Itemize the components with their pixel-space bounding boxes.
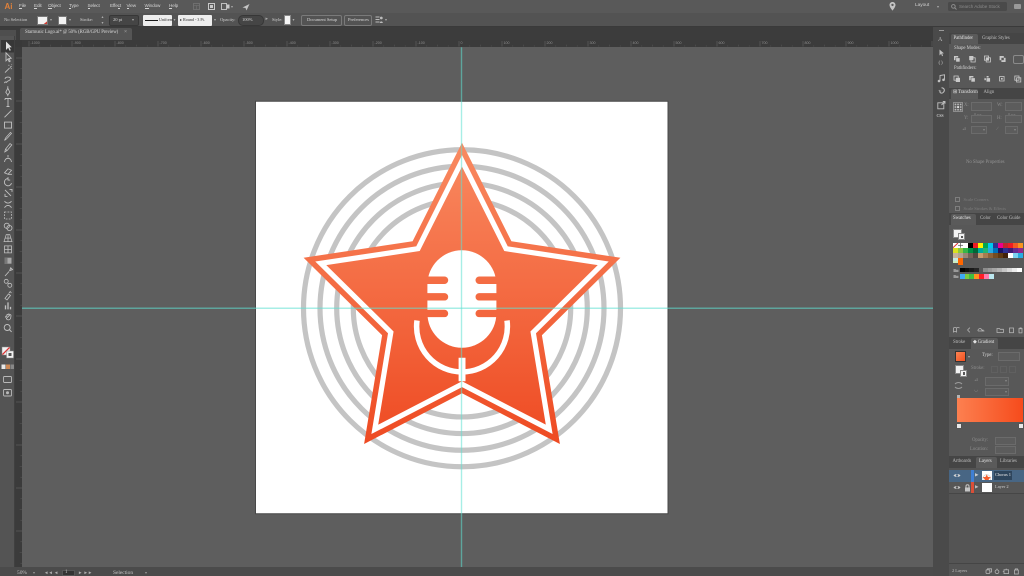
svg-text:900: 900 bbox=[848, 41, 854, 45]
svg-text:600: 600 bbox=[719, 41, 725, 45]
svg-text:-300: -300 bbox=[332, 41, 339, 45]
svg-text:-800: -800 bbox=[117, 41, 124, 45]
svg-text:-700: -700 bbox=[160, 41, 167, 45]
svg-text:-100: -100 bbox=[418, 41, 425, 45]
svg-text:100: 100 bbox=[504, 41, 510, 45]
svg-text:-900: -900 bbox=[74, 41, 81, 45]
svg-text:200: 200 bbox=[547, 41, 553, 45]
svg-text:-500: -500 bbox=[246, 41, 253, 45]
svg-text:-600: -600 bbox=[203, 41, 210, 45]
svg-text:-200: -200 bbox=[375, 41, 382, 45]
svg-text:700: 700 bbox=[762, 41, 768, 45]
svg-text:-400: -400 bbox=[289, 41, 296, 45]
svg-text:0: 0 bbox=[461, 41, 463, 45]
svg-text:1000: 1000 bbox=[891, 41, 899, 45]
svg-text:400: 400 bbox=[633, 41, 639, 45]
svg-text:800: 800 bbox=[805, 41, 811, 45]
svg-text:300: 300 bbox=[590, 41, 596, 45]
svg-text:500: 500 bbox=[676, 41, 682, 45]
svg-text:-1000: -1000 bbox=[31, 41, 40, 45]
